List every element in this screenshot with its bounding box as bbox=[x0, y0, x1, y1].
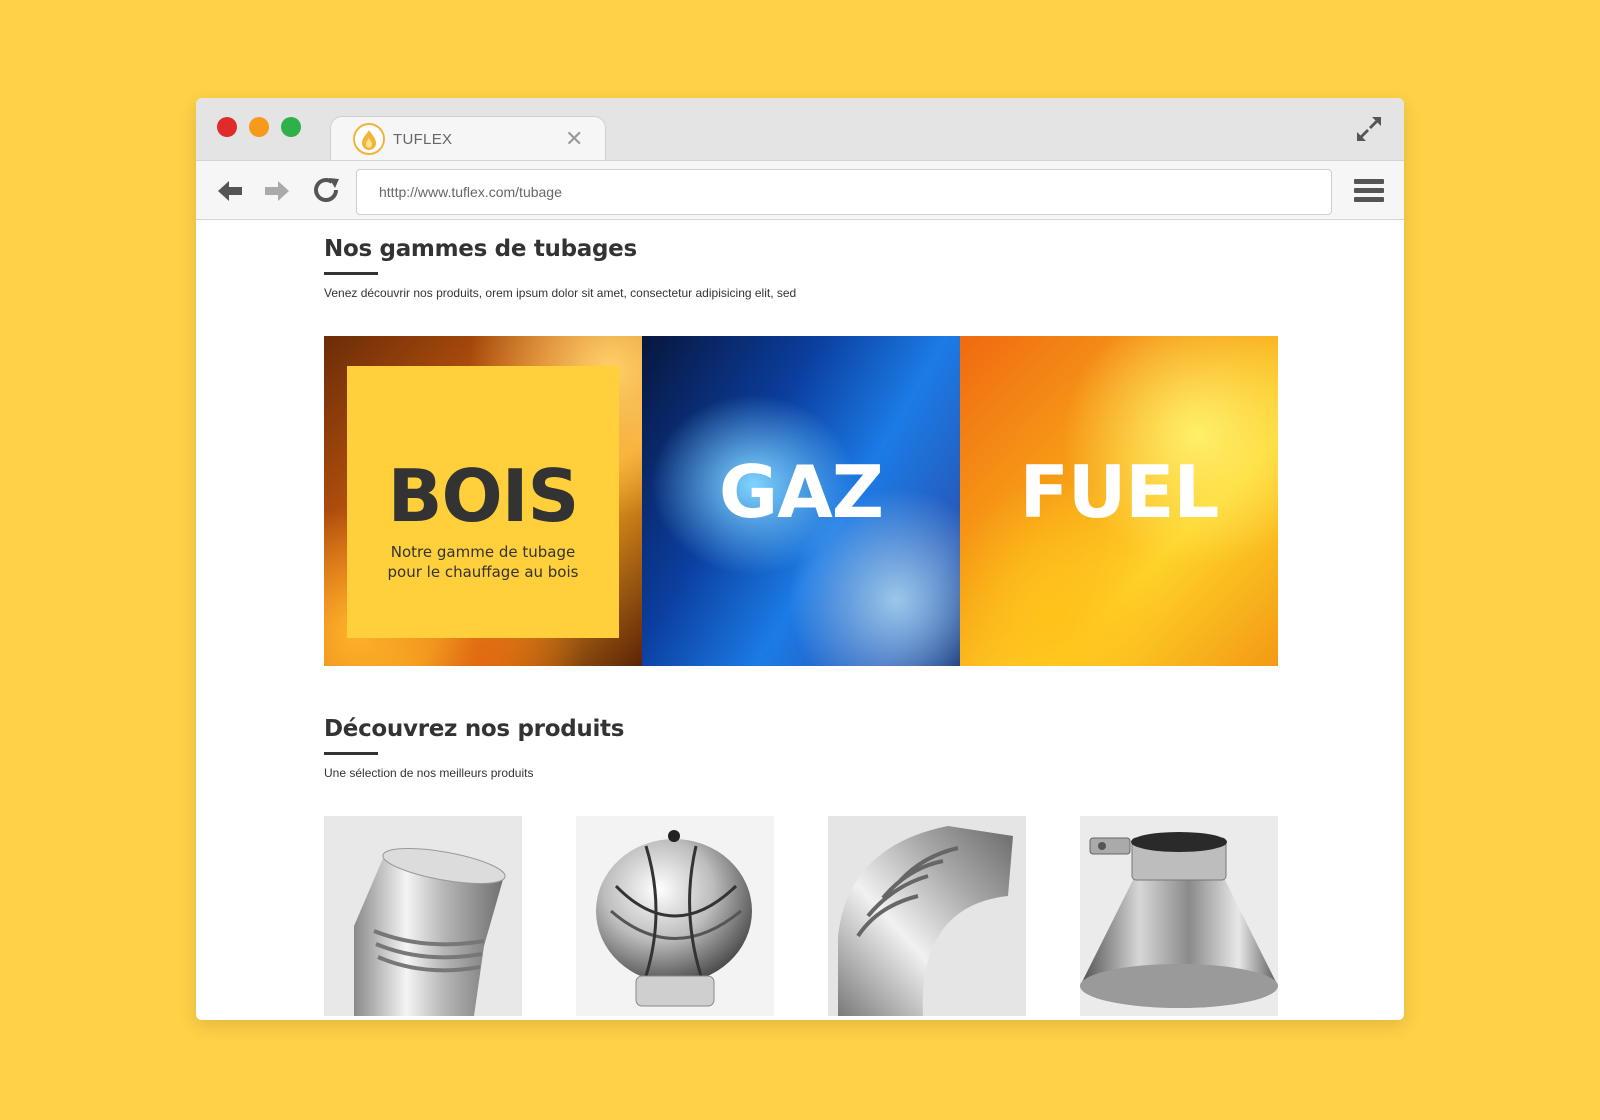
products-subtitle: Une sélection de nos meilleurs produits bbox=[324, 766, 534, 780]
category-bois[interactable]: BOIS Notre gamme de tubage pour le chauf… bbox=[324, 336, 642, 666]
maximize-window-button[interactable] bbox=[281, 117, 301, 137]
product-elbow-90-image[interactable] bbox=[828, 816, 1026, 1016]
close-window-button[interactable] bbox=[217, 117, 237, 137]
category-label: GAZ bbox=[718, 450, 884, 534]
product-grid bbox=[324, 816, 1278, 1016]
product-storm-collar-image[interactable] bbox=[1080, 816, 1278, 1016]
ranges-subtitle: Venez découvrir nos produits, orem ipsum… bbox=[324, 286, 797, 300]
category-label: BOIS bbox=[387, 454, 580, 538]
forward-arrow-icon[interactable] bbox=[259, 173, 295, 209]
web-page: Nos gammes de tubages Venez découvrir no… bbox=[196, 220, 1404, 1020]
reload-icon[interactable] bbox=[309, 173, 345, 209]
category-fuel[interactable]: FUEL bbox=[960, 336, 1278, 666]
minimize-window-button[interactable] bbox=[249, 117, 269, 137]
category-description: Notre gamme de tubage pour le chauffage … bbox=[387, 543, 579, 581]
category-gaz[interactable]: GAZ bbox=[642, 336, 960, 666]
ranges-title: Nos gammes de tubages bbox=[324, 236, 637, 262]
products-title-rule bbox=[324, 752, 378, 755]
bois-card: BOIS Notre gamme de tubage pour le chauf… bbox=[347, 366, 619, 638]
category-label: FUEL bbox=[1019, 450, 1220, 534]
products-title: Découvrez nos produits bbox=[324, 716, 625, 742]
address-bar[interactable] bbox=[356, 169, 1332, 215]
ranges-title-rule bbox=[324, 272, 378, 275]
hamburger-menu-icon[interactable] bbox=[1354, 179, 1384, 205]
tab-title: TUFLEX bbox=[393, 131, 453, 148]
product-rotating-cowl-image[interactable] bbox=[576, 816, 774, 1016]
product-elbow-45-image[interactable] bbox=[324, 816, 522, 1016]
back-arrow-icon[interactable] bbox=[212, 173, 248, 209]
tab-bar: TUFLEX ✕ bbox=[196, 98, 1404, 162]
close-tab-icon[interactable]: ✕ bbox=[565, 126, 583, 152]
browser-window: TUFLEX ✕ htttp://www.tuflex.com/tubage N… bbox=[196, 98, 1404, 1020]
browser-toolbar bbox=[196, 160, 1404, 220]
fullscreen-icon[interactable] bbox=[1352, 112, 1386, 146]
browser-tab[interactable]: TUFLEX ✕ bbox=[330, 116, 606, 162]
flame-logo-icon bbox=[353, 123, 385, 155]
category-row: BOIS Notre gamme de tubage pour le chauf… bbox=[324, 336, 1278, 666]
